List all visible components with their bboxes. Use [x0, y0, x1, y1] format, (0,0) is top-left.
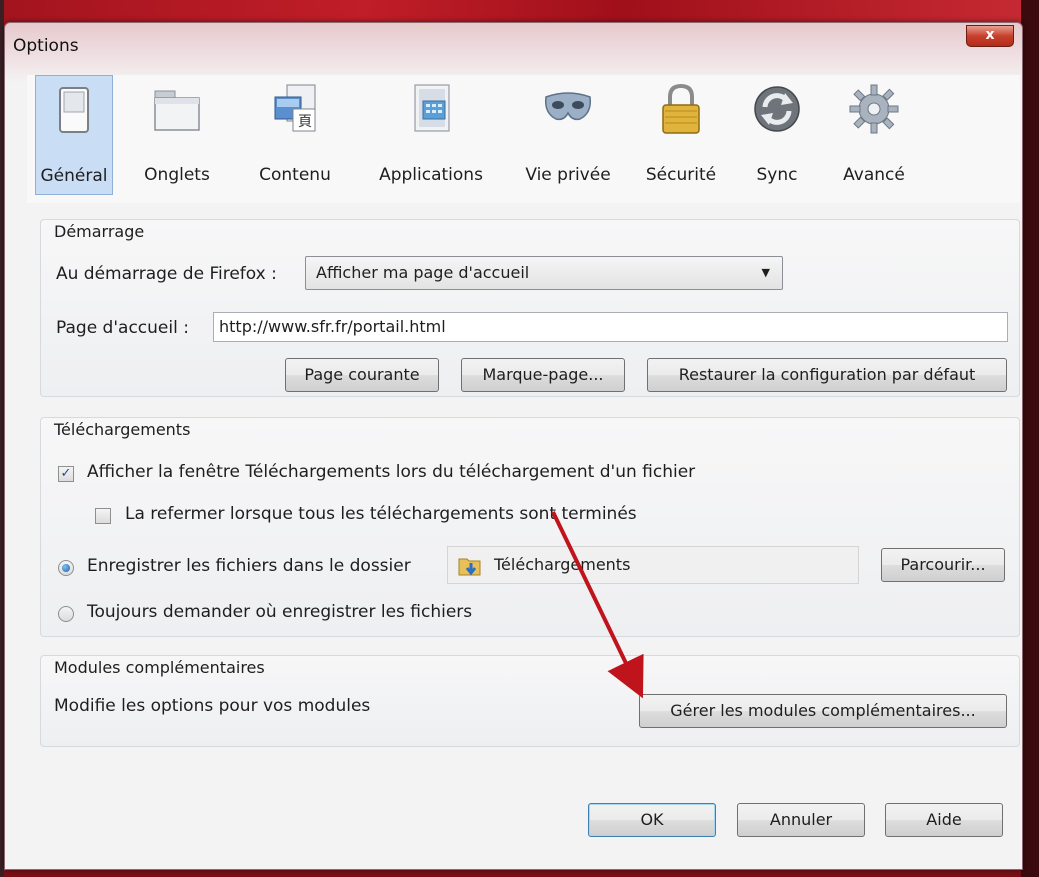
- close-icon: x: [985, 27, 995, 43]
- startup-dropdown[interactable]: Afficher ma page d'accueil ▼: [305, 256, 783, 290]
- chevron-down-icon: ▼: [761, 266, 770, 279]
- svg-text:頁: 頁: [298, 114, 312, 130]
- applications-icon: [414, 84, 450, 132]
- ok-button[interactable]: OK: [588, 803, 716, 837]
- cancel-button[interactable]: Annuler: [737, 803, 865, 837]
- tab-label: Sécurité: [645, 165, 717, 185]
- download-folder-name: Téléchargements: [494, 555, 631, 574]
- close-when-done-checkbox[interactable]: [95, 508, 111, 524]
- background-edge-right: [1021, 0, 1039, 877]
- tab-content[interactable]: 頁 Contenu: [247, 75, 343, 193]
- tab-security[interactable]: Sécurité: [635, 75, 727, 193]
- restore-default-button[interactable]: Restaurer la configuration par défaut: [647, 358, 1007, 392]
- group-title: Démarrage: [54, 222, 145, 241]
- mask-icon: [544, 92, 592, 121]
- downloads-group: Téléchargements ✓ Afficher la fenêtre Té…: [40, 417, 1020, 637]
- group-title: Téléchargements: [54, 420, 191, 439]
- close-button[interactable]: x: [966, 25, 1014, 47]
- category-toolbar: Général Onglets 頁 Contenu Applications V…: [27, 75, 1020, 204]
- save-to-folder-radio[interactable]: [58, 560, 74, 576]
- tab-tabs[interactable]: Onglets: [127, 75, 227, 193]
- home-page-input[interactable]: http://www.sfr.fr/portail.html: [213, 312, 1008, 342]
- tab-advanced[interactable]: Avancé: [827, 75, 921, 193]
- tab-label: Vie privée: [525, 165, 611, 185]
- tab-label: Contenu: [259, 165, 331, 185]
- use-bookmark-button[interactable]: Marque-page...: [461, 358, 625, 392]
- addons-group: Modules complémentaires Modifie les opti…: [40, 655, 1020, 747]
- tabs-window-icon: [154, 90, 200, 131]
- help-button[interactable]: Aide: [885, 803, 1003, 837]
- show-downloads-checkbox[interactable]: ✓: [58, 466, 74, 482]
- gear-icon: [849, 84, 899, 134]
- startup-dropdown-value: Afficher ma page d'accueil: [316, 263, 530, 282]
- tab-label: Sync: [756, 165, 798, 185]
- browse-button[interactable]: Parcourir...: [881, 548, 1005, 582]
- dialog-title: Options: [13, 36, 79, 56]
- content-icon: 頁: [274, 84, 316, 132]
- tab-label: Avancé: [843, 165, 905, 185]
- always-ask-label: Toujours demander où enregistrer les fic…: [87, 602, 473, 622]
- tab-label: Général: [40, 166, 108, 186]
- general-panel: Démarrage Au démarrage de Firefox : Affi…: [27, 203, 1020, 763]
- manage-addons-button[interactable]: Gérer les modules complémentaires...: [639, 694, 1007, 728]
- tab-general[interactable]: Général: [35, 75, 113, 195]
- tab-label: Applications: [379, 165, 483, 185]
- home-page-label: Page d'accueil :: [56, 318, 189, 338]
- padlock-icon: [662, 83, 700, 134]
- addons-description: Modifie les options pour vos modules: [54, 696, 371, 716]
- show-downloads-label: Afficher la fenêtre Téléchargements lors…: [87, 462, 696, 482]
- title-bar[interactable]: Options x: [5, 23, 1022, 69]
- options-dialog: Options x Général Onglets 頁 Contenu Appl…: [4, 22, 1023, 870]
- group-title: Modules complémentaires: [54, 658, 265, 677]
- startup-when-label: Au démarrage de Firefox :: [56, 264, 277, 284]
- use-current-page-button[interactable]: Page courante: [285, 358, 439, 392]
- sync-icon: [754, 86, 800, 132]
- tab-applications[interactable]: Applications: [363, 75, 499, 193]
- tab-sync[interactable]: Sync: [741, 75, 813, 193]
- save-to-folder-label: Enregistrer les fichiers dans le dossier: [87, 556, 411, 576]
- close-when-done-label: La refermer lorsque tous les téléchargem…: [125, 504, 637, 524]
- switch-icon: [59, 87, 89, 133]
- startup-group: Démarrage Au démarrage de Firefox : Affi…: [40, 219, 1020, 397]
- download-folder-field[interactable]: Téléchargements: [447, 546, 859, 584]
- tab-privacy[interactable]: Vie privée: [515, 75, 621, 193]
- tab-label: Onglets: [144, 165, 210, 185]
- folder-icon: [458, 558, 481, 576]
- always-ask-radio[interactable]: [58, 606, 74, 622]
